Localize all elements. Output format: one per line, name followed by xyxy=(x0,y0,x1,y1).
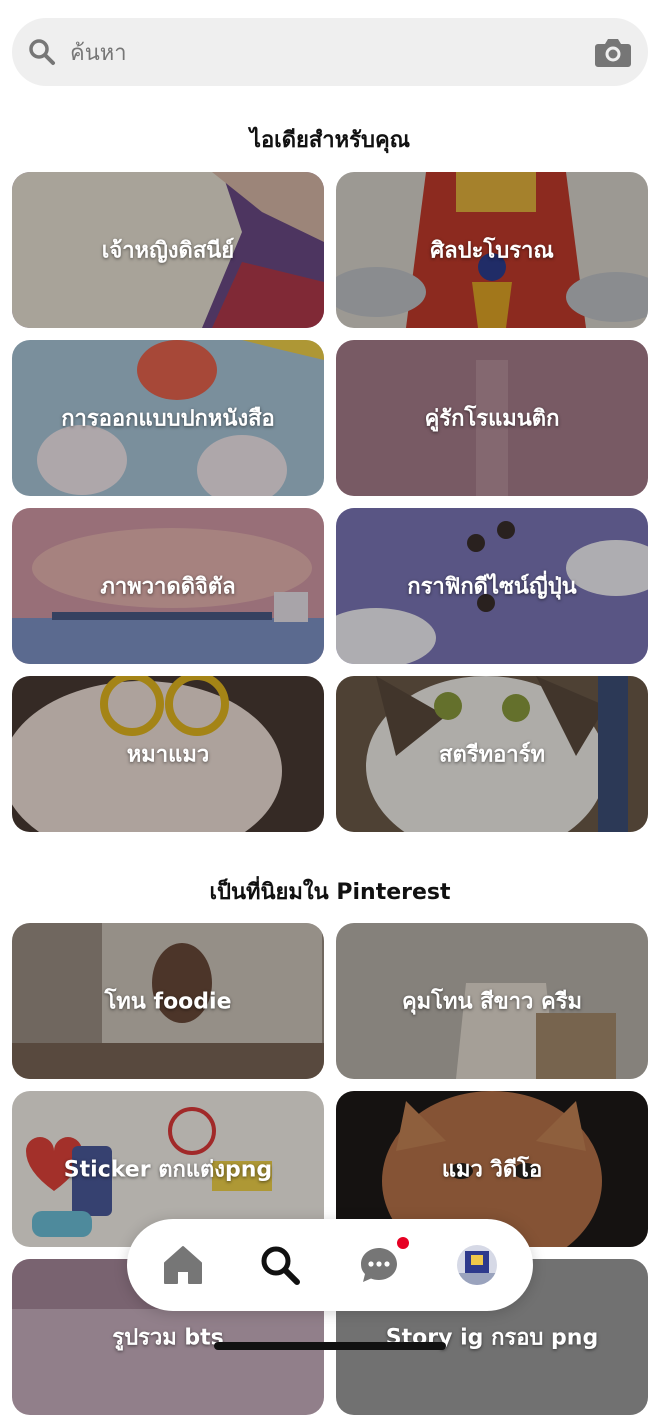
idea-tile-cats-dogs[interactable]: หมาแมว xyxy=(12,676,324,832)
tile-label: คุมโทน สีขาว ครีม xyxy=(401,989,583,1015)
tile-label: ศิลปะโบราณ xyxy=(430,238,554,264)
message-icon[interactable] xyxy=(357,1243,401,1287)
tile-label: แมว วิดีโอ xyxy=(441,1157,543,1183)
popular-tile-white-cream-tone[interactable]: คุมโทน สีขาว ครีม xyxy=(336,923,648,1079)
tile-label: การออกแบบปกหนังสือ xyxy=(61,406,275,432)
idea-tile-street-art[interactable]: สตรีทอาร์ท xyxy=(336,676,648,832)
camera-icon[interactable] xyxy=(594,36,632,68)
search-icon[interactable] xyxy=(258,1243,302,1287)
profile-avatar[interactable] xyxy=(457,1245,497,1285)
tile-label: โทน foodie xyxy=(104,989,232,1015)
idea-tile-digital-painting[interactable]: ภาพวาดดิจิตัล xyxy=(12,508,324,664)
tile-label: กราฟิกดีไซน์ญี่ปุ่น xyxy=(407,574,577,600)
popular-tile-foodie-tone[interactable]: โทน foodie xyxy=(12,923,324,1079)
idea-tile-japanese-graphic-design[interactable]: กราฟิกดีไซน์ญี่ปุ่น xyxy=(336,508,648,664)
ideas-section-title: ไอเดียสำหรับคุณ xyxy=(249,128,411,153)
tile-label: ภาพวาดดิจิตัล xyxy=(100,574,236,600)
idea-tile-ancient-art[interactable]: ศิลปะโบราณ xyxy=(336,172,648,328)
search-bar[interactable] xyxy=(12,18,648,86)
idea-tile-romantic-couple[interactable]: คู่รักโรแมนติก xyxy=(336,340,648,496)
search-input[interactable] xyxy=(68,32,572,74)
tile-label: สตรีทอาร์ท xyxy=(439,742,545,768)
idea-tile-disney-princess[interactable]: เจ้าหญิงดิสนีย์ xyxy=(12,172,324,328)
notification-dot xyxy=(397,1237,409,1249)
tile-label: คู่รักโรแมนติก xyxy=(424,406,560,432)
idea-tile-book-cover[interactable]: การออกแบบปกหนังสือ xyxy=(12,340,324,496)
home-indicator xyxy=(214,1342,446,1350)
search-icon xyxy=(29,39,55,65)
tile-label: หมาแมว xyxy=(126,742,210,768)
home-icon[interactable] xyxy=(161,1243,205,1287)
popular-section-title: เป็นที่นิยมใน Pinterest xyxy=(209,880,451,905)
tile-label: เจ้าหญิงดิสนีย์ xyxy=(101,238,235,264)
tile-label: Sticker ตกแต่งpng xyxy=(63,1157,273,1183)
bottom-tab-bar xyxy=(127,1219,533,1311)
